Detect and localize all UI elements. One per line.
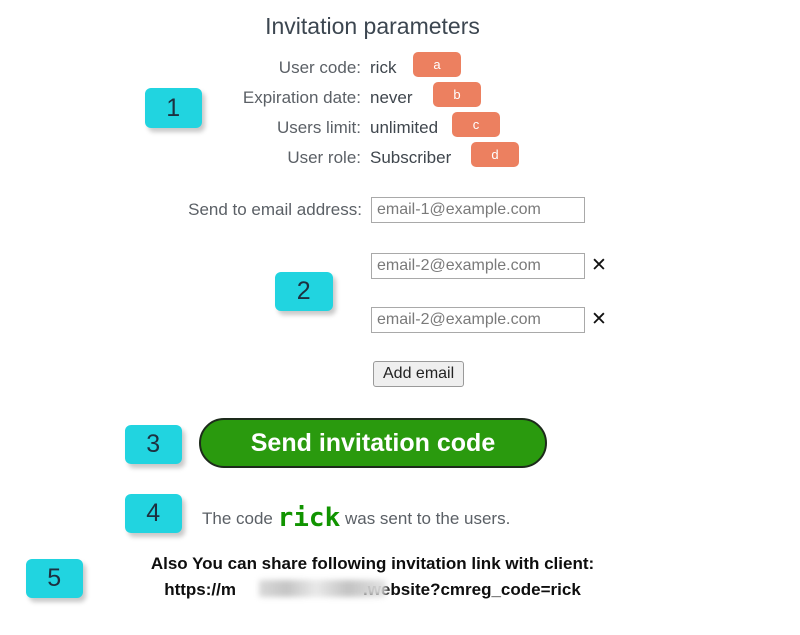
send-invitation-code-button[interactable]: Send invitation code [199,418,547,468]
share-url-suffix: .website?cmreg_code=rick [362,580,581,599]
confirmation-prefix: The code [202,509,278,528]
add-email-button[interactable]: Add email [373,361,465,387]
parameter-row: User role: Subscriber [0,143,745,173]
email-input-extra-1[interactable] [371,253,585,279]
share-url-prefix: https://m [164,580,236,599]
annotation-badge-d: d [471,142,519,167]
annotation-badge-b: b [433,82,481,107]
share-link-heading: Also You can share following invitation … [150,554,595,573]
annotation-badge-4: 4 [125,494,182,533]
parameter-value-user-code: rick [370,58,397,77]
confirmation-code: rick [277,503,341,533]
confirmation-suffix: was sent to the users. [340,509,511,528]
parameter-value-users-limit: unlimited [370,118,439,137]
annotation-badge-3: 3 [125,425,182,464]
parameter-value-user-role: Subscriber [370,148,452,167]
parameter-label-user-code: User code: [278,58,361,77]
redaction-blur [259,580,387,597]
invitation-parameters-list: User code: rick Expiration date: never U… [0,53,745,173]
email-input-extra-2[interactable] [371,307,585,333]
annotation-badge-a: a [413,52,461,77]
share-link-url: https://m .website?cmreg_code=rick [164,577,581,603]
remove-email-icon-2[interactable]: ✕ [591,310,607,329]
annotation-badge-2: 2 [275,272,333,311]
annotation-badge-1: 1 [145,88,202,128]
parameter-row: Users limit: unlimited [0,113,745,143]
page-title: Invitation parameters [265,13,480,39]
confirmation-message: The code rick was sent to the users. [202,503,510,533]
send-to-email-label: Send to email address: [188,200,362,219]
annotation-badge-5: 5 [26,559,83,598]
parameter-value-expiration-date: never [370,88,413,107]
remove-email-icon-1[interactable]: ✕ [591,256,607,275]
share-link-block: Also You can share following invitation … [0,551,745,603]
parameter-label-user-role: User role: [287,148,361,167]
parameter-row: Expiration date: never [0,83,745,113]
parameter-row: User code: rick [0,53,745,83]
email-input-primary[interactable] [371,197,585,223]
annotation-badge-c: c [452,112,500,137]
